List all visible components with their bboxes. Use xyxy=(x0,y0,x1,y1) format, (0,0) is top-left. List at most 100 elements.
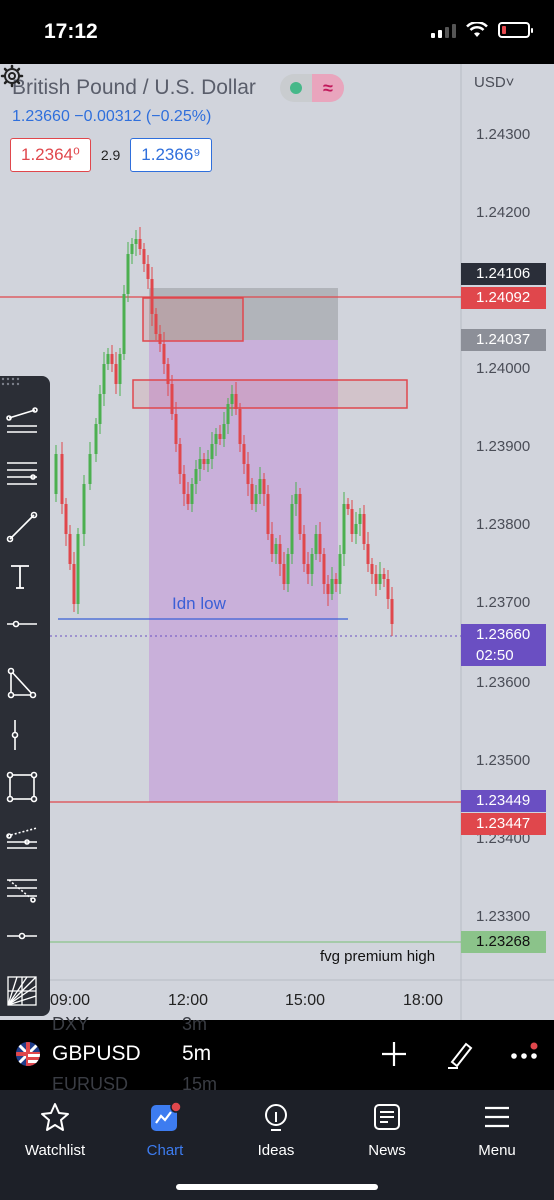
candle-body xyxy=(154,314,158,334)
candle-body xyxy=(134,239,138,244)
candle-body xyxy=(166,364,170,384)
candle-body xyxy=(294,494,298,504)
pattern-tool[interactable] xyxy=(5,666,45,706)
candle-body xyxy=(350,509,354,534)
price-tick: 1.23600 xyxy=(476,674,531,691)
candle-body xyxy=(68,534,72,564)
candle-body xyxy=(102,364,106,394)
candle-body xyxy=(362,514,366,544)
projection-tool[interactable] xyxy=(5,874,45,914)
candle-body xyxy=(314,534,318,554)
candle-body xyxy=(346,504,350,509)
candle-body xyxy=(382,574,386,579)
price-tag: 1.24106 xyxy=(461,263,546,285)
timeframe-selector[interactable]: 5m xyxy=(182,1042,211,1066)
rectangle-icon xyxy=(6,771,38,803)
market-status-badge[interactable]: ≈ xyxy=(280,74,344,102)
price-tag: 1.23447 xyxy=(461,813,546,835)
candle-body xyxy=(318,534,322,554)
candle-body xyxy=(194,469,198,484)
price-tick: 1.24000 xyxy=(476,360,531,377)
candle-body xyxy=(142,249,146,264)
candle-body xyxy=(306,564,310,574)
candle-body xyxy=(278,544,282,564)
fvg-box-upper[interactable] xyxy=(142,297,244,342)
candle-body xyxy=(54,454,58,494)
tab-menu[interactable]: Menu xyxy=(442,1102,552,1162)
line-tool[interactable] xyxy=(5,510,45,550)
candle-body xyxy=(182,474,186,494)
candle-body xyxy=(378,574,382,584)
position-profit-zone[interactable] xyxy=(149,340,338,802)
lightbulb-icon xyxy=(265,1104,287,1131)
chart-canvas[interactable] xyxy=(0,64,554,1020)
more-icon[interactable] xyxy=(508,1038,540,1070)
candle-body xyxy=(146,264,150,279)
fvg-box-lower[interactable] xyxy=(132,379,408,409)
tab-watchlist[interactable]: Watchlist xyxy=(0,1102,110,1162)
trend-lines-tool[interactable] xyxy=(5,406,45,446)
sell-button[interactable]: 1.2364⁰ xyxy=(10,138,91,172)
trend-lines-icon xyxy=(6,407,38,433)
candle-body xyxy=(310,554,314,574)
rectangle-tool[interactable] xyxy=(5,770,45,810)
candle-body xyxy=(214,434,218,444)
gbp-usd-flag-icon xyxy=(16,1042,40,1066)
candle-body xyxy=(98,394,102,424)
fib-tools-icon xyxy=(7,462,37,485)
gann-tool[interactable] xyxy=(5,974,45,1014)
symbol-selector[interactable]: GBPUSD xyxy=(52,1042,141,1066)
fvg-label[interactable]: fvg premium high xyxy=(320,948,435,965)
candle-body xyxy=(374,574,378,584)
home-indicator xyxy=(176,1184,378,1190)
candle-body xyxy=(330,579,334,594)
candle-body xyxy=(162,344,166,364)
price-tick: 1.23300 xyxy=(476,908,531,925)
candle-body xyxy=(230,394,234,404)
horizontal-ray-tool[interactable] xyxy=(5,926,45,966)
candle-body xyxy=(82,484,86,534)
candle-body xyxy=(110,354,114,364)
candle-body xyxy=(158,334,162,344)
tab-chart[interactable]: Chart xyxy=(110,1102,220,1162)
candle-body xyxy=(118,354,122,384)
buy-button[interactable]: 1.2366⁹ xyxy=(130,138,212,172)
status-icons xyxy=(431,22,533,38)
candle-body xyxy=(286,554,290,584)
candle-body xyxy=(354,524,358,534)
vertical-line-tool[interactable] xyxy=(5,718,45,758)
brush-icon[interactable] xyxy=(444,1038,476,1070)
price-tick: 1.23700 xyxy=(476,594,531,611)
tab-news[interactable]: News xyxy=(332,1102,442,1162)
currency-select[interactable]: USD˅ xyxy=(474,74,514,91)
drag-handle-icon[interactable] xyxy=(0,376,20,386)
idn-low-label[interactable]: Idn low xyxy=(172,594,226,614)
tab-ideas[interactable]: Ideas xyxy=(221,1102,331,1162)
candle-body xyxy=(226,404,230,424)
candle-body xyxy=(262,479,266,494)
candle-body xyxy=(76,534,80,604)
gear-icon[interactable] xyxy=(0,64,24,88)
star-icon xyxy=(41,1103,69,1131)
text-tool[interactable] xyxy=(5,562,45,602)
candle-body xyxy=(174,414,178,444)
symbol-title[interactable]: British Pound / U.S. Dollar xyxy=(12,76,256,100)
time-tick: 15:00 xyxy=(285,992,326,1009)
fib-tool[interactable] xyxy=(5,458,45,498)
chart-area[interactable]: British Pound / U.S. Dollar ≈ 1.23660 −0… xyxy=(0,64,554,1020)
wifi-icon xyxy=(466,22,488,37)
horizontal-line-tool[interactable] xyxy=(5,614,45,654)
price-change: 1.23660 −0.00312 (−0.25%) xyxy=(12,108,212,125)
prediction-tool[interactable] xyxy=(5,822,45,862)
candle-body xyxy=(170,384,174,414)
time-tick: 12:00 xyxy=(168,992,209,1009)
candle-body xyxy=(202,459,206,464)
candle-body xyxy=(242,444,246,464)
candle-body xyxy=(72,564,76,604)
plus-icon[interactable] xyxy=(378,1038,410,1070)
candle-body xyxy=(266,494,270,534)
candle-body xyxy=(130,244,134,254)
candle-body xyxy=(186,494,190,504)
status-bar: 17:12 xyxy=(0,0,554,64)
line-icon xyxy=(6,511,38,543)
